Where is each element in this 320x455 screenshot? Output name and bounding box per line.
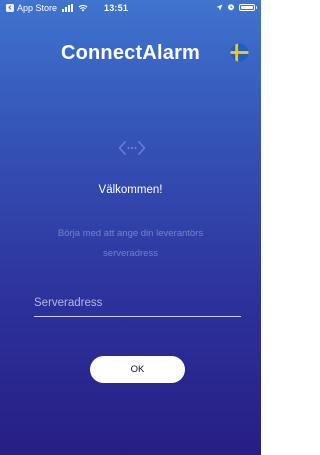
cellular-signal-icon — [62, 4, 74, 12]
wifi-icon — [78, 4, 88, 12]
code-icon — [118, 141, 146, 155]
back-app-label: App Store — [17, 3, 58, 13]
instruction-text: Börja med att ange din leverantörs serve… — [57, 228, 204, 259]
app-title: ConnectAlarm — [60, 42, 201, 64]
welcome-heading: Välkommen! — [98, 184, 163, 196]
back-to-app[interactable]: App Store — [6, 3, 88, 13]
status-bar: App Store 13:51 — [0, 0, 261, 18]
server-address-field[interactable] — [34, 290, 241, 317]
back-arrow-icon — [6, 4, 14, 12]
ok-button[interactable]: OK — [90, 356, 185, 383]
login-screen: App Store 13:51 ConnectAlarm Välkommen! … — [0, 0, 261, 455]
alarm-clock-icon — [228, 4, 234, 11]
sweden-flag-icon[interactable] — [230, 43, 249, 62]
status-right — [216, 3, 257, 11]
battery-icon — [239, 3, 257, 11]
location-arrow-icon — [216, 4, 223, 10]
server-address-input[interactable] — [34, 290, 241, 316]
status-time: 13:51 — [104, 3, 129, 13]
